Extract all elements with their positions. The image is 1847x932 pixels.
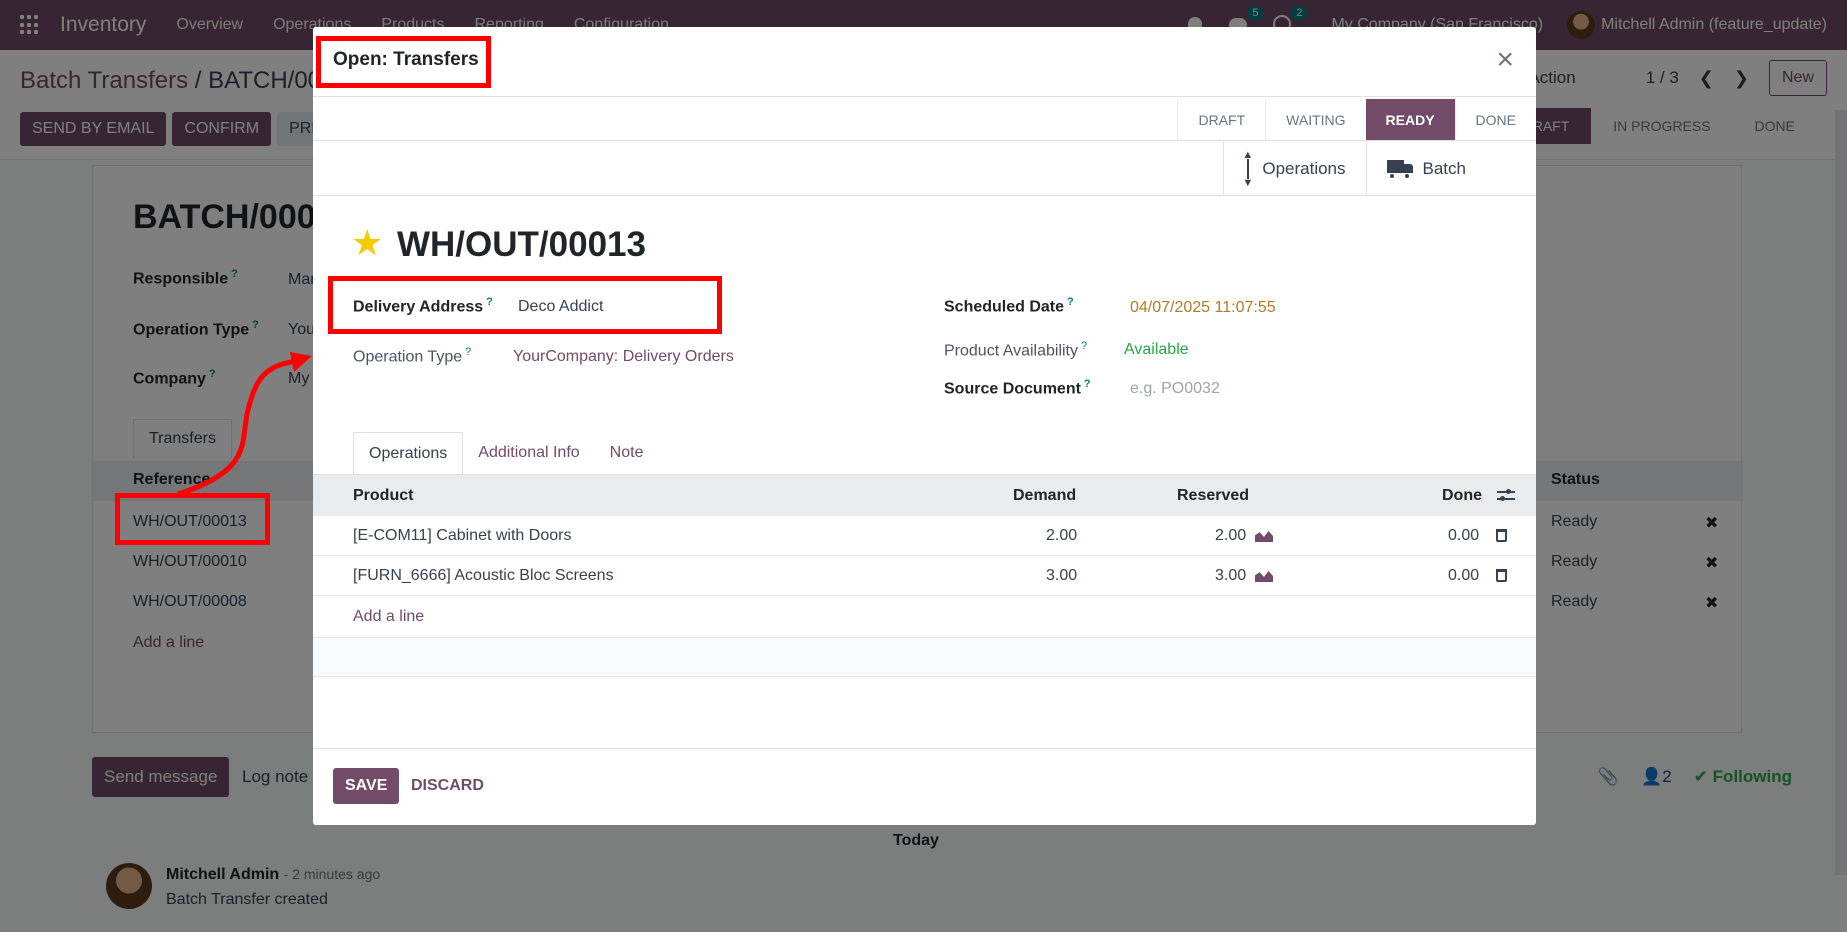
annotation-arrow xyxy=(177,352,312,497)
